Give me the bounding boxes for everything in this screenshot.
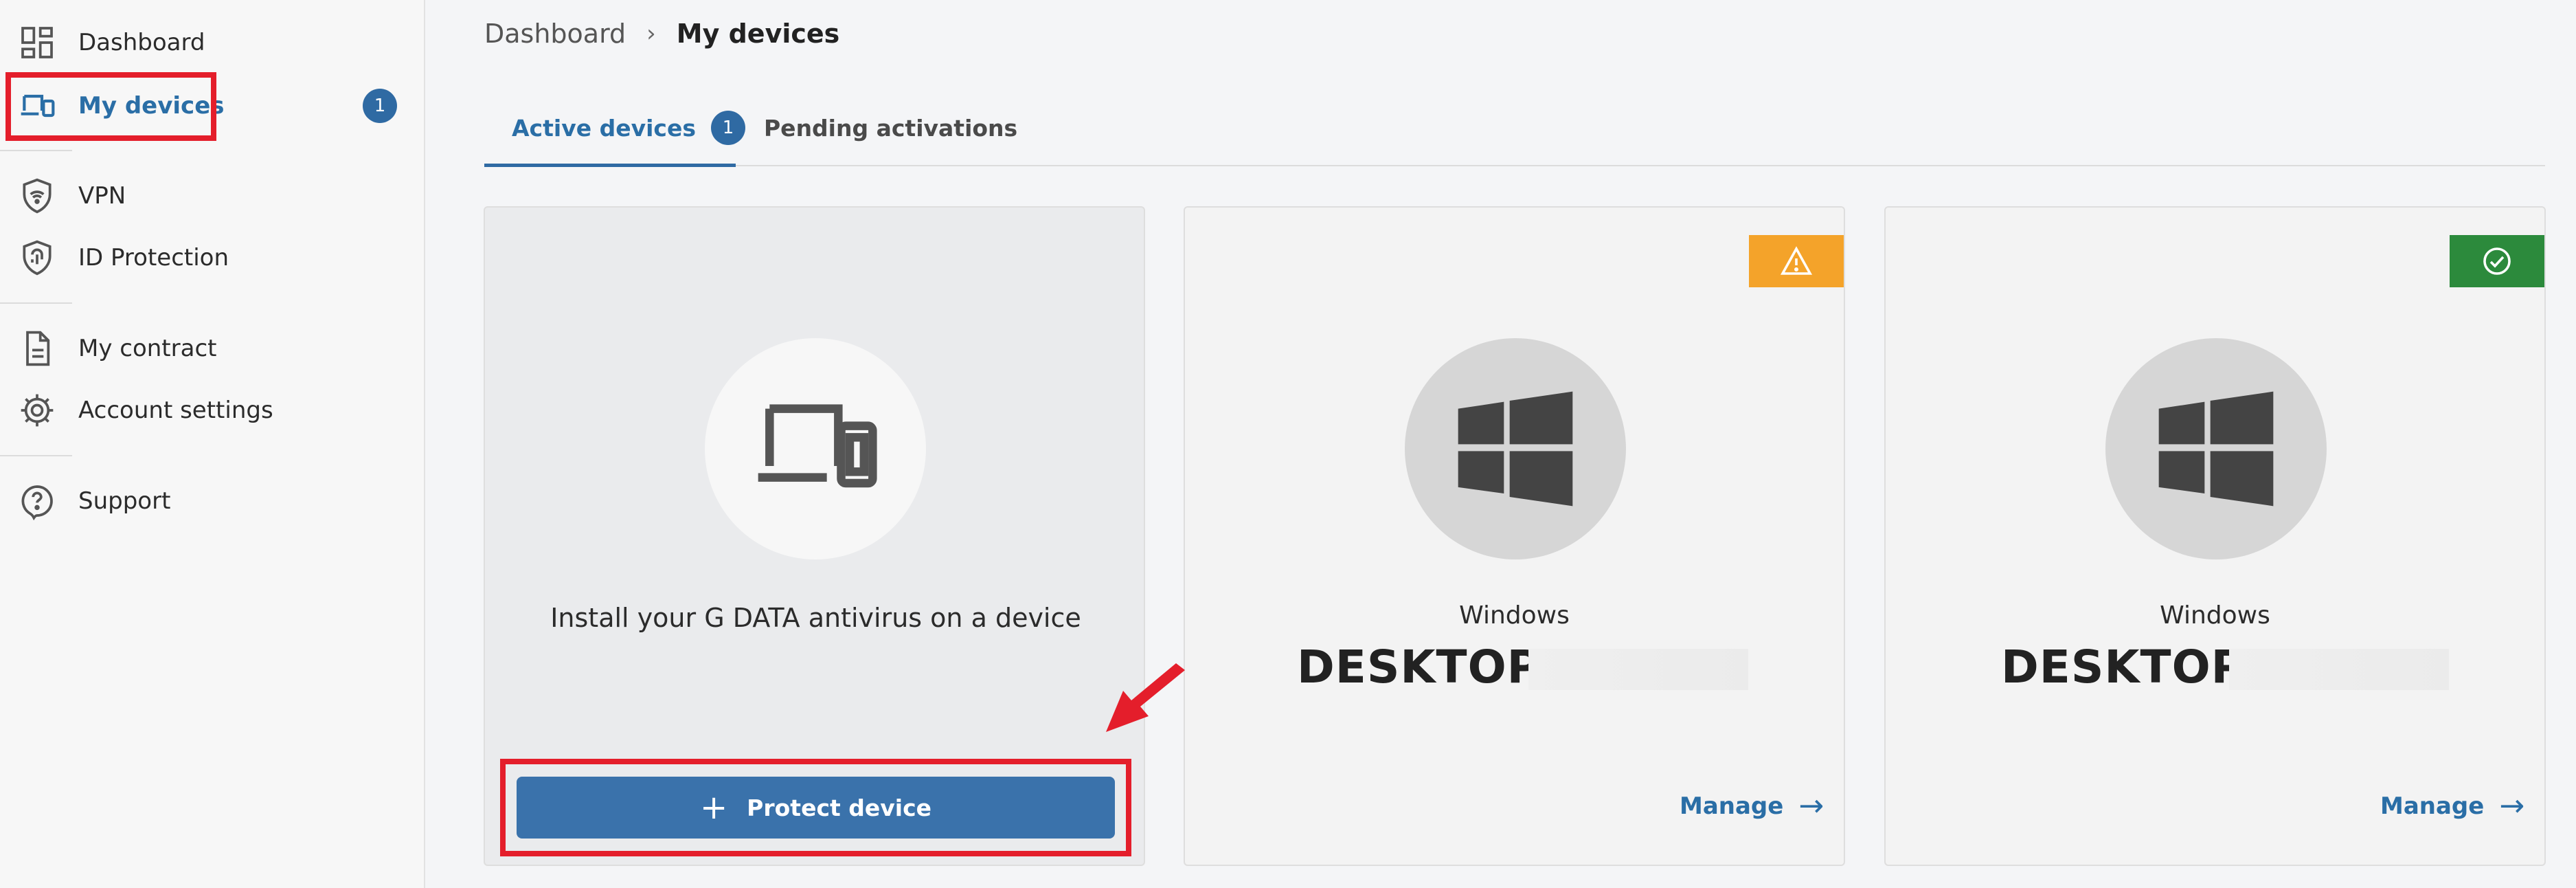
devices-icon: [16, 85, 58, 126]
help-icon: [16, 480, 58, 522]
sidebar-item-label: Account settings: [78, 397, 273, 424]
windows-logo-icon: [2158, 391, 2274, 507]
active-tab-indicator: [484, 164, 736, 167]
sidebar-item-account-settings[interactable]: Account settings: [0, 381, 425, 439]
sidebar-item-label: ID Protection: [78, 244, 229, 271]
breadcrumb-dashboard-link[interactable]: Dashboard: [484, 19, 626, 49]
breadcrumb: Dashboard › My devices: [484, 16, 839, 51]
os-illustration: [2105, 338, 2327, 559]
arrow-right-icon: →: [1798, 788, 1824, 823]
devices-icon: [758, 404, 877, 488]
manage-label: Manage: [2380, 792, 2485, 820]
tab-label: Pending activations: [764, 114, 1018, 142]
gear-icon: [16, 390, 58, 431]
sidebar-divider: [0, 455, 72, 456]
install-device-card: Install your G DATA antivirus on a devic…: [484, 206, 1145, 866]
fingerprint-shield-icon: [16, 237, 58, 278]
plus-icon: +: [699, 788, 728, 827]
check-circle-icon: [2483, 247, 2511, 275]
sidebar: Dashboard My devices 1 VPN ID Protection…: [0, 0, 425, 888]
app: Dashboard My devices 1 VPN ID Protection…: [0, 0, 2576, 888]
device-name: DESKTOP-: [1297, 641, 1560, 693]
device-card: DESKTOP- Manage →: [1884, 206, 2546, 866]
redacted-region: [1528, 649, 1748, 690]
device-tabs: Active devices 1 Pending activations: [484, 89, 2545, 167]
windows-logo-icon: [1458, 391, 1573, 507]
device-name: DESKTOP-: [2001, 641, 2264, 693]
devices-count-badge: 1: [363, 89, 397, 123]
sidebar-item-my-contract[interactable]: My contract: [0, 320, 425, 377]
manage-device-link[interactable]: Manage →: [2380, 788, 2524, 823]
dashboard-icon: [16, 22, 58, 63]
sidebar-item-label: Dashboard: [78, 29, 205, 56]
chevron-right-icon: ›: [646, 20, 656, 47]
annotation-highlight-frame: + Protect device: [500, 759, 1131, 856]
arrow-right-icon: →: [2499, 788, 2525, 823]
sidebar-item-label: My contract: [78, 335, 217, 362]
warning-icon: [1780, 246, 1813, 275]
active-devices-count-badge: 1: [710, 111, 745, 145]
install-instructions: Install your G DATA antivirus on a devic…: [550, 603, 1081, 633]
warning-status-badge: [1749, 235, 1844, 287]
sidebar-item-support[interactable]: Support: [0, 472, 425, 530]
tab-label: Active devices: [512, 114, 696, 142]
device-card: DESKTOP- Manage →: [1184, 206, 1845, 866]
manage-label: Manage: [1680, 792, 1784, 820]
tab-pending-activations[interactable]: Pending activations: [764, 89, 1017, 166]
document-icon: [16, 328, 58, 369]
sidebar-item-id-protection[interactable]: ID Protection: [0, 229, 425, 287]
sidebar-item-dashboard[interactable]: Dashboard: [0, 14, 425, 71]
breadcrumb-current: My devices: [676, 19, 840, 49]
protect-device-label: Protect device: [747, 794, 932, 821]
manage-device-link[interactable]: Manage →: [1680, 788, 1824, 823]
device-os-label: Windows: [2160, 601, 2270, 630]
annotation-arrow-icon: [1106, 663, 1185, 732]
sidebar-item-vpn[interactable]: VPN: [0, 167, 425, 225]
sidebar-item-my-devices[interactable]: My devices 1: [0, 77, 425, 135]
tab-active-devices[interactable]: Active devices 1: [512, 89, 745, 166]
device-illustration: [705, 338, 926, 559]
redacted-region: [2229, 649, 2449, 690]
device-os-label: Windows: [1459, 601, 1570, 630]
ok-status-badge: [2450, 235, 2544, 287]
sidebar-divider: [0, 150, 72, 151]
os-illustration: [1405, 338, 1626, 559]
sidebar-item-label: My devices: [78, 92, 225, 120]
sidebar-item-label: Support: [78, 487, 171, 515]
vpn-shield-icon: [16, 175, 58, 217]
sidebar-item-label: VPN: [78, 182, 126, 210]
protect-device-button[interactable]: + Protect device: [517, 777, 1115, 839]
sidebar-divider: [0, 302, 72, 304]
